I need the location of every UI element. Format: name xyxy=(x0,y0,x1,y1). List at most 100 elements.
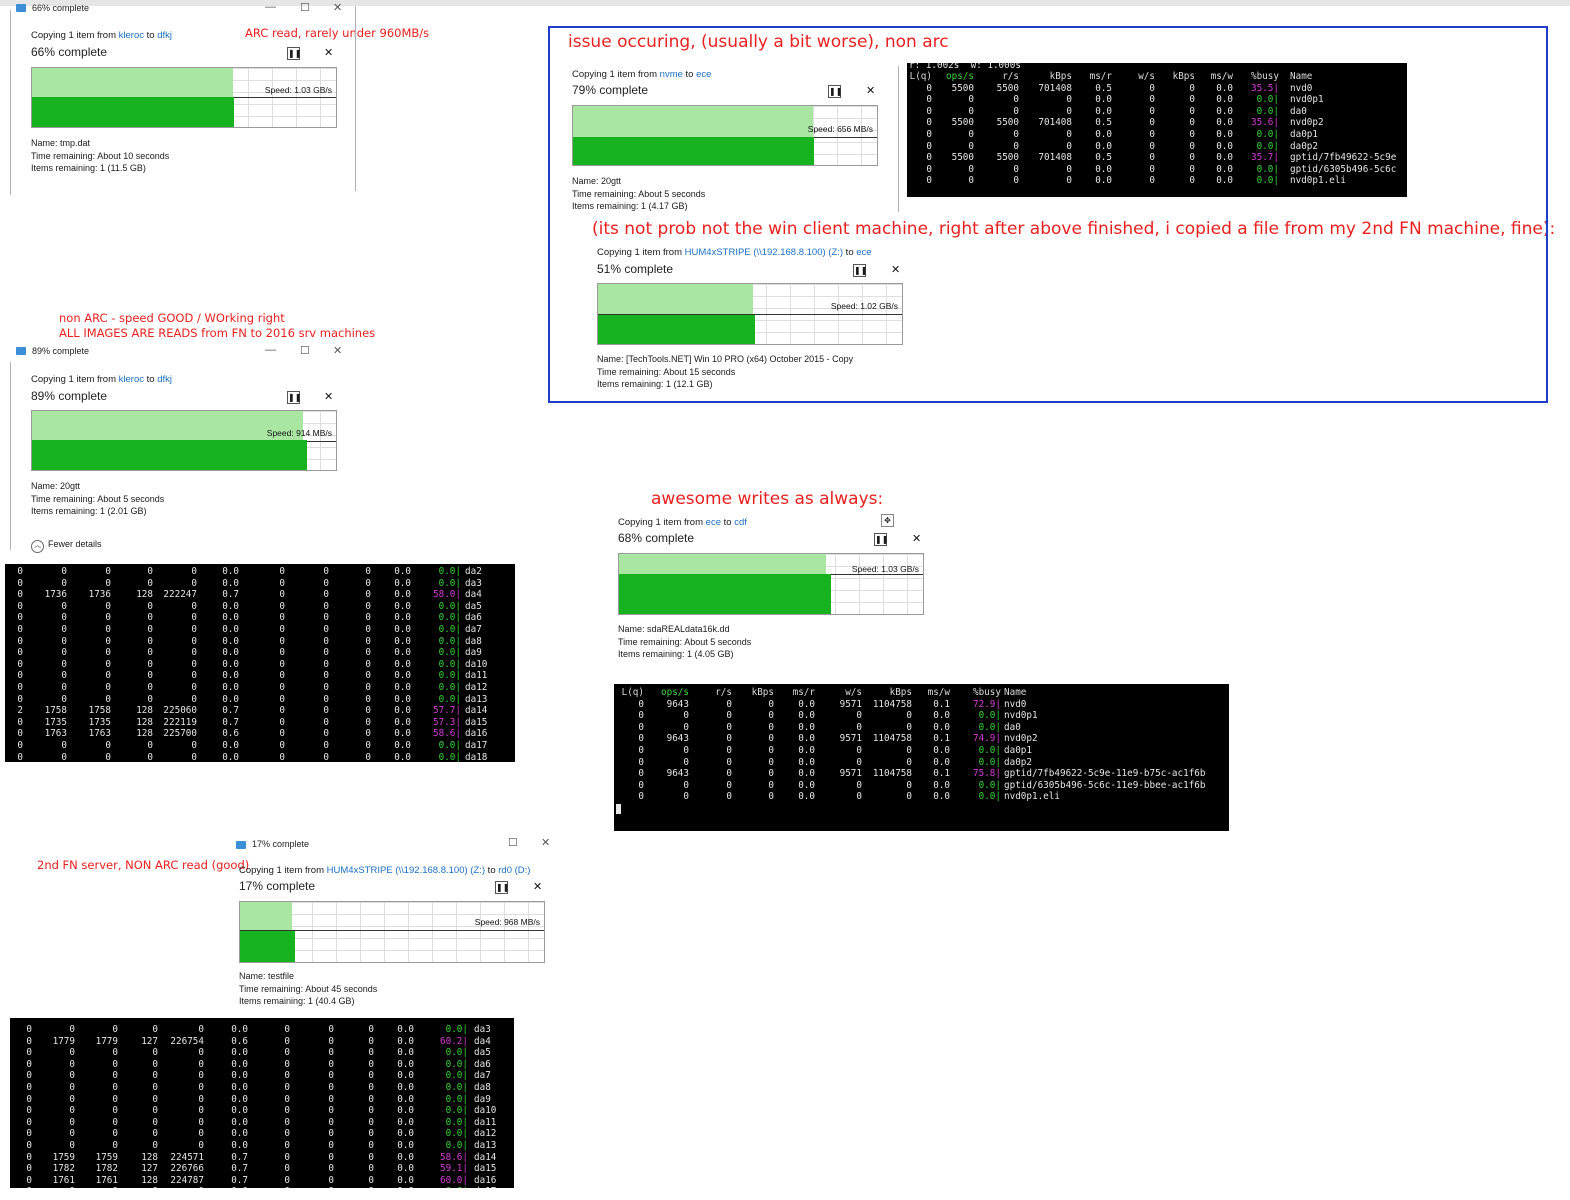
copying-line: Copying 1 item from HUM4xSTRIPE (\\192.1… xyxy=(597,247,872,258)
cell: 0 xyxy=(147,612,153,624)
maximize-icon[interactable]: ☐ xyxy=(300,1,310,14)
close-icon[interactable]: ✕ xyxy=(333,344,342,357)
cell: 0 xyxy=(17,635,23,647)
cell: 9643 xyxy=(666,733,689,745)
cell: 0.0 xyxy=(394,682,411,693)
maximize-icon[interactable]: ☐ xyxy=(508,836,518,849)
cell: 0 xyxy=(906,721,912,733)
cell: 0 xyxy=(323,566,329,577)
cell: 0 xyxy=(105,658,111,670)
source-link[interactable]: kleroc xyxy=(119,30,144,41)
device-name: da0p2 xyxy=(1004,756,1032,768)
pause-button[interactable]: ❚❚ xyxy=(495,881,509,894)
copying-line: Copying 1 item from HUM4xSTRIPE (\\192.1… xyxy=(239,865,531,876)
cell: 1736 xyxy=(88,589,111,601)
gstat-terminal-3: r: 1.002s w: 1.000sL(q)ops/sr/skBpsms/rw… xyxy=(614,684,1229,831)
close-icon[interactable]: ✕ xyxy=(333,1,342,14)
device-name: da10 xyxy=(465,658,488,670)
cell: 0 xyxy=(368,1024,374,1035)
cell: 0 xyxy=(284,1058,290,1070)
cell: 0 xyxy=(726,733,732,745)
device-name: da8 xyxy=(465,635,482,647)
gstat-row: 0 9643 0 0 0.0 9571 1104758 0.1 72.9| nvd0 xyxy=(614,699,1229,711)
dest-link[interactable]: rd0 (D:) xyxy=(498,865,530,876)
dest-link[interactable]: ece xyxy=(856,247,871,258)
source-link[interactable]: ece xyxy=(706,517,721,528)
cell: 0 xyxy=(112,1024,118,1035)
cell: 0 xyxy=(768,733,774,745)
cell: 0 xyxy=(328,1140,334,1151)
cancel-button[interactable]: ✕ xyxy=(891,263,900,276)
cell: 0.0 xyxy=(394,612,411,624)
source-link[interactable]: HUM4xSTRIPE (\\192.168.8.100) (Z:) xyxy=(327,865,485,876)
device-name: nvd0p2 xyxy=(1290,117,1324,129)
pause-button[interactable]: ❚❚ xyxy=(874,533,888,546)
cell: 0 xyxy=(279,740,285,751)
cell: 0 xyxy=(1149,82,1155,94)
cell: 0.0 xyxy=(1216,175,1233,187)
dest-link[interactable]: cdf xyxy=(734,517,747,528)
cell: 0 xyxy=(191,751,197,762)
cell: 0 xyxy=(198,1128,204,1140)
cell: 0 xyxy=(368,1174,374,1186)
device-name: da0 xyxy=(1004,721,1021,733)
source-link[interactable]: kleroc xyxy=(119,374,144,385)
cell: 0 xyxy=(26,1174,32,1186)
busy-percent: 0.0| xyxy=(438,635,461,647)
close-icon[interactable]: ✕ xyxy=(541,836,550,849)
busy-percent: 0.0| xyxy=(445,1093,468,1105)
cell: 0 xyxy=(69,1093,75,1105)
cell: 1735 xyxy=(88,716,111,728)
busy-percent: 0.0| xyxy=(445,1082,468,1093)
cell: 0.0 xyxy=(206,1186,248,1188)
cell: 0 xyxy=(323,589,329,601)
busy-percent: 57.3| xyxy=(433,716,461,728)
pause-button[interactable]: ❚❚ xyxy=(287,47,301,60)
pause-button[interactable]: ❚❚ xyxy=(853,264,867,277)
pause-button[interactable]: ❚❚ xyxy=(828,85,842,98)
gstat-row: 0 0 0 0 0.0 0 0 0.0 0.0| da0 xyxy=(907,106,1407,118)
cancel-button[interactable]: ✕ xyxy=(324,390,333,403)
cell: 0 xyxy=(726,768,732,780)
cell: 0 xyxy=(1149,140,1155,152)
busy-percent: 0.0| xyxy=(445,1070,468,1082)
gstat-row: 0 5500 5500 701408 0.5 0 0 0.0 35.6| nvd0p2 xyxy=(907,117,1407,129)
minimize-icon[interactable]: — xyxy=(265,344,276,356)
cell: 0 xyxy=(147,740,153,751)
cell: 0.0 xyxy=(798,698,815,710)
cell: 0.0 xyxy=(397,1035,414,1047)
cell: 0 xyxy=(26,1128,32,1140)
cell: 0 xyxy=(1189,105,1195,117)
percent-complete: 51% complete xyxy=(597,262,674,276)
device-name: da12 xyxy=(474,1128,497,1140)
dest-link[interactable]: dfkj xyxy=(157,30,172,41)
cell: 0 xyxy=(1149,117,1155,129)
cancel-button[interactable]: ✕ xyxy=(533,880,542,893)
copying-line: Copying 1 item from kleroc to dfkj xyxy=(31,30,172,41)
cell: 226766 xyxy=(170,1163,204,1175)
source-link[interactable]: nvme xyxy=(660,69,683,80)
gstat-row: 0 0 0 0 0.0 0 0 0.0 0.0| nvd0p1 xyxy=(614,710,1229,722)
speed-area xyxy=(598,315,755,344)
busy-percent: 0.0| xyxy=(438,670,461,682)
cell: 0 xyxy=(334,1186,374,1188)
minimize-icon[interactable]: — xyxy=(265,1,276,13)
cell: 0 xyxy=(152,1047,158,1059)
cancel-button[interactable]: ✕ xyxy=(324,46,333,59)
window-title: 17% complete xyxy=(252,839,310,849)
dest-link[interactable]: dfkj xyxy=(157,374,172,385)
maximize-icon[interactable]: ☐ xyxy=(300,344,310,357)
pause-button[interactable]: ❚❚ xyxy=(287,391,301,404)
source-link[interactable]: HUM4xSTRIPE (\\192.168.8.100) (Z:) xyxy=(685,247,843,258)
busy-percent: 74.9| xyxy=(973,733,1001,745)
cell: 0.0 xyxy=(798,745,815,756)
fewer-details-button[interactable]: ︿ Fewer details xyxy=(31,539,102,553)
cell: 0.0 xyxy=(798,721,815,733)
dest-link[interactable]: ece xyxy=(696,69,711,80)
cell: 0 xyxy=(284,1140,290,1151)
cell: 0 xyxy=(198,1058,204,1070)
cancel-button[interactable]: ✕ xyxy=(866,84,875,97)
cancel-button[interactable]: ✕ xyxy=(912,532,921,545)
move-icon[interactable]: ✥ xyxy=(881,514,894,527)
cell: 0 xyxy=(926,175,932,187)
